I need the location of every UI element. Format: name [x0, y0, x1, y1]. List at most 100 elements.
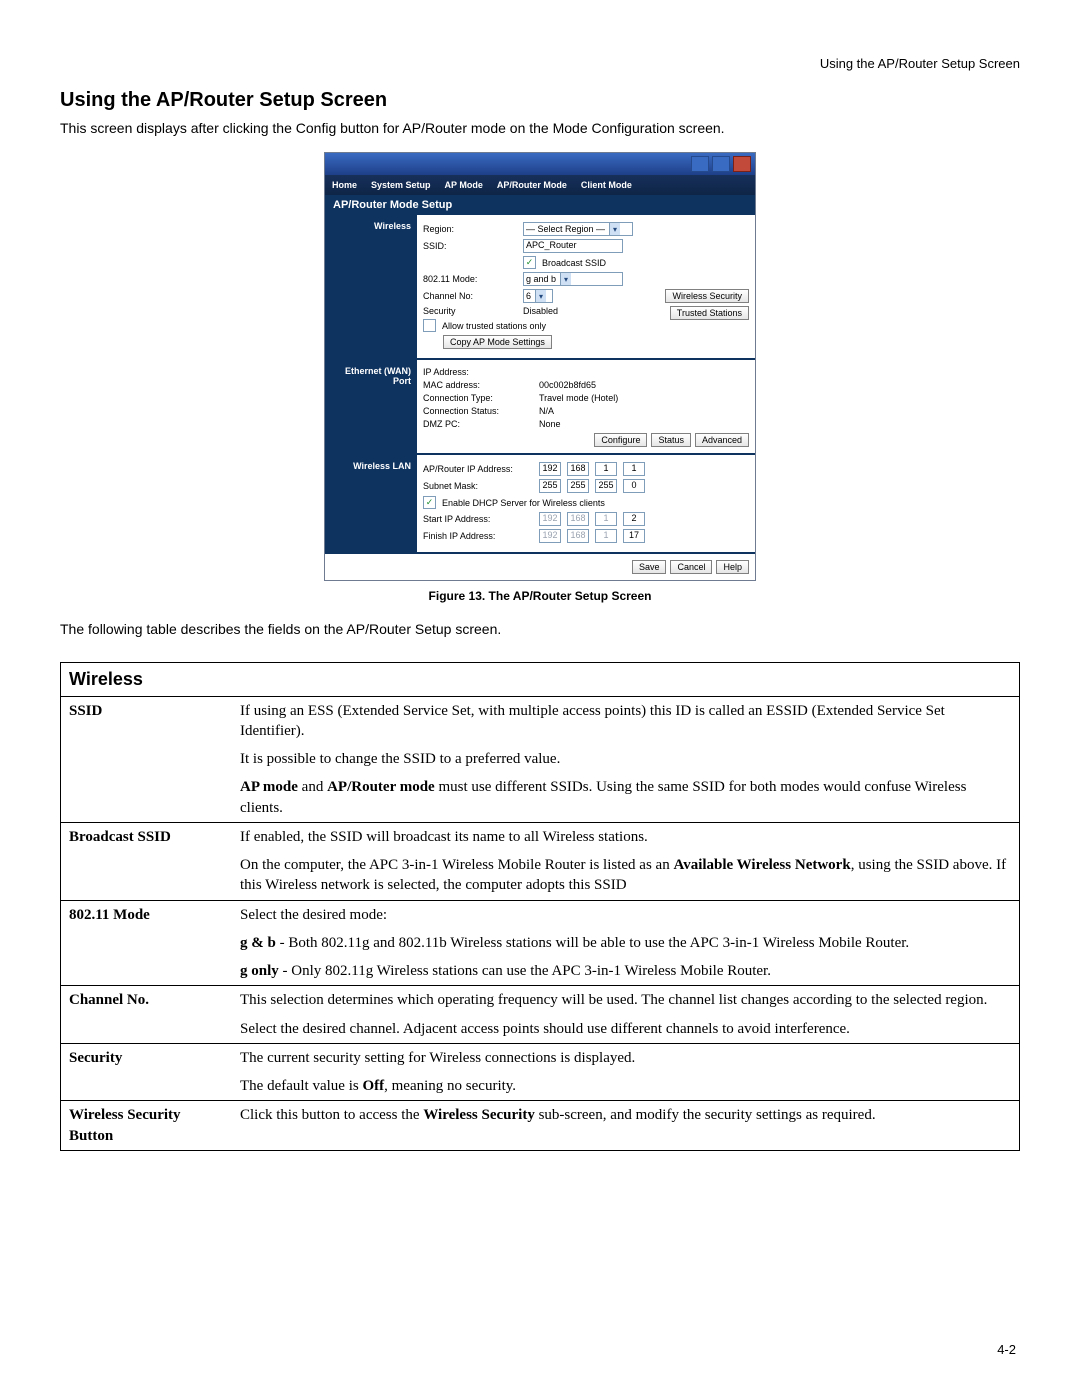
- field-label: [61, 851, 233, 900]
- security-label: Security: [423, 306, 517, 316]
- field-label: 802.11 Mode: [61, 900, 233, 929]
- field-description: g & b - Both 802.11g and 802.11b Wireles…: [232, 929, 1020, 957]
- chevron-down-icon: ▾: [609, 223, 620, 235]
- side-label-lan: Wireless LAN: [325, 455, 417, 552]
- table-group-heading: Wireless: [61, 662, 1020, 696]
- nav-client-mode[interactable]: Client Mode: [574, 178, 639, 192]
- mode-value: g and b: [526, 274, 556, 284]
- trusted-stations-button[interactable]: Trusted Stations: [670, 306, 749, 320]
- finish-ip-3: 1: [595, 529, 617, 543]
- lan-ip-4[interactable]: 1: [623, 462, 645, 476]
- app-screenshot: Home System Setup AP Mode AP/Router Mode…: [324, 152, 756, 581]
- wan-dmz-value: None: [539, 419, 561, 429]
- wan-mac-value: 00c002b8fd65: [539, 380, 596, 390]
- field-description: The current security setting for Wireles…: [232, 1043, 1020, 1072]
- minimize-icon[interactable]: [691, 156, 709, 172]
- status-button[interactable]: Status: [651, 433, 691, 447]
- finish-ip-2: 168: [567, 529, 589, 543]
- channel-label: Channel No:: [423, 291, 517, 301]
- lan-ip-1[interactable]: 192: [539, 462, 561, 476]
- page-number: 4-2: [997, 1342, 1016, 1357]
- save-button[interactable]: Save: [632, 560, 667, 574]
- intro-text: This screen displays after clicking the …: [60, 118, 1020, 138]
- side-label-wireless: Wireless: [325, 215, 417, 358]
- region-select[interactable]: — Select Region — ▾: [523, 222, 633, 236]
- mode-label: 802.11 Mode:: [423, 274, 517, 284]
- section-title: Using the AP/Router Setup Screen: [60, 89, 1020, 112]
- nav-ap-mode[interactable]: AP Mode: [438, 178, 490, 192]
- panel-heading: AP/Router Mode Setup: [325, 195, 755, 215]
- nav-system-setup[interactable]: System Setup: [364, 178, 438, 192]
- top-nav: Home System Setup AP Mode AP/Router Mode…: [325, 175, 755, 195]
- wan-ip-label: IP Address:: [423, 367, 533, 377]
- start-ip-label: Start IP Address:: [423, 514, 533, 524]
- field-label: [61, 1072, 233, 1101]
- field-description: The default value is Off, meaning no sec…: [232, 1072, 1020, 1101]
- lan-mask-2[interactable]: 255: [567, 479, 589, 493]
- fields-table: Wireless SSIDIf using an ESS (Extended S…: [60, 662, 1020, 1151]
- finish-ip-label: Finish IP Address:: [423, 531, 533, 541]
- help-button[interactable]: Help: [716, 560, 749, 574]
- channel-value: 6: [526, 291, 531, 301]
- wan-cstatus-label: Connection Status:: [423, 406, 533, 416]
- nav-ap-router-mode[interactable]: AP/Router Mode: [490, 178, 574, 192]
- field-label: [61, 773, 233, 822]
- wan-dmz-label: DMZ PC:: [423, 419, 533, 429]
- chevron-down-icon: ▾: [535, 290, 546, 302]
- field-label: Channel No.: [61, 986, 233, 1015]
- finish-ip-1: 192: [539, 529, 561, 543]
- field-description: On the computer, the APC 3-in-1 Wireless…: [232, 851, 1020, 900]
- copy-ap-settings-button[interactable]: Copy AP Mode Settings: [443, 335, 552, 349]
- advanced-button[interactable]: Advanced: [695, 433, 749, 447]
- region-value: — Select Region —: [526, 224, 605, 234]
- field-description: It is possible to change the SSID to a p…: [232, 745, 1020, 773]
- field-description: Click this button to access the Wireless…: [232, 1101, 1020, 1151]
- field-label: Broadcast SSID: [61, 822, 233, 851]
- lan-ip-3[interactable]: 1: [595, 462, 617, 476]
- field-description: If enabled, the SSID will broadcast its …: [232, 822, 1020, 851]
- figure-caption: Figure 13. The AP/Router Setup Screen: [60, 589, 1020, 603]
- trusted-only-checkbox[interactable]: ✓: [423, 319, 436, 332]
- ssid-label: SSID:: [423, 241, 517, 251]
- field-label: Wireless Security Button: [61, 1101, 233, 1151]
- wan-mac-label: MAC address:: [423, 380, 533, 390]
- start-ip-3: 1: [595, 512, 617, 526]
- broadcast-ssid-label: Broadcast SSID: [542, 258, 606, 268]
- field-description: AP mode and AP/Router mode must use diff…: [232, 773, 1020, 822]
- field-description: Select the desired mode:: [232, 900, 1020, 929]
- mode-select[interactable]: g and b ▾: [523, 272, 623, 286]
- channel-select[interactable]: 6 ▾: [523, 289, 553, 303]
- cancel-button[interactable]: Cancel: [670, 560, 712, 574]
- lan-ip-2[interactable]: 168: [567, 462, 589, 476]
- lan-mask-4[interactable]: 0: [623, 479, 645, 493]
- dhcp-checkbox[interactable]: ✓: [423, 496, 436, 509]
- finish-ip-4[interactable]: 17: [623, 529, 645, 543]
- field-label: [61, 745, 233, 773]
- ssid-input[interactable]: APC_Router: [523, 239, 623, 253]
- field-description: Select the desired channel. Adjacent acc…: [232, 1015, 1020, 1044]
- window-titlebar: [325, 153, 755, 175]
- wan-cstatus-value: N/A: [539, 406, 554, 416]
- wireless-security-button[interactable]: Wireless Security: [665, 289, 749, 303]
- maximize-icon[interactable]: [712, 156, 730, 172]
- lan-mask-1[interactable]: 255: [539, 479, 561, 493]
- side-label-wan: Ethernet (WAN) Port: [325, 360, 417, 453]
- nav-home[interactable]: Home: [325, 178, 364, 192]
- region-label: Region:: [423, 224, 517, 234]
- lan-ip-label: AP/Router IP Address:: [423, 464, 533, 474]
- lan-mask-label: Subnet Mask:: [423, 481, 533, 491]
- field-description: This selection determines which operatin…: [232, 986, 1020, 1015]
- wan-ctype-label: Connection Type:: [423, 393, 533, 403]
- configure-button[interactable]: Configure: [594, 433, 647, 447]
- start-ip-4[interactable]: 2: [623, 512, 645, 526]
- field-description: If using an ESS (Extended Service Set, w…: [232, 696, 1020, 745]
- field-label: [61, 1015, 233, 1044]
- chevron-down-icon: ▾: [560, 273, 571, 285]
- table-intro: The following table describes the fields…: [60, 619, 1020, 639]
- close-icon[interactable]: [733, 156, 751, 172]
- field-label: SSID: [61, 696, 233, 745]
- broadcast-ssid-checkbox[interactable]: ✓: [523, 256, 536, 269]
- lan-mask-3[interactable]: 255: [595, 479, 617, 493]
- security-value: Disabled: [523, 306, 558, 316]
- field-description: g only - Only 802.11g Wireless stations …: [232, 957, 1020, 986]
